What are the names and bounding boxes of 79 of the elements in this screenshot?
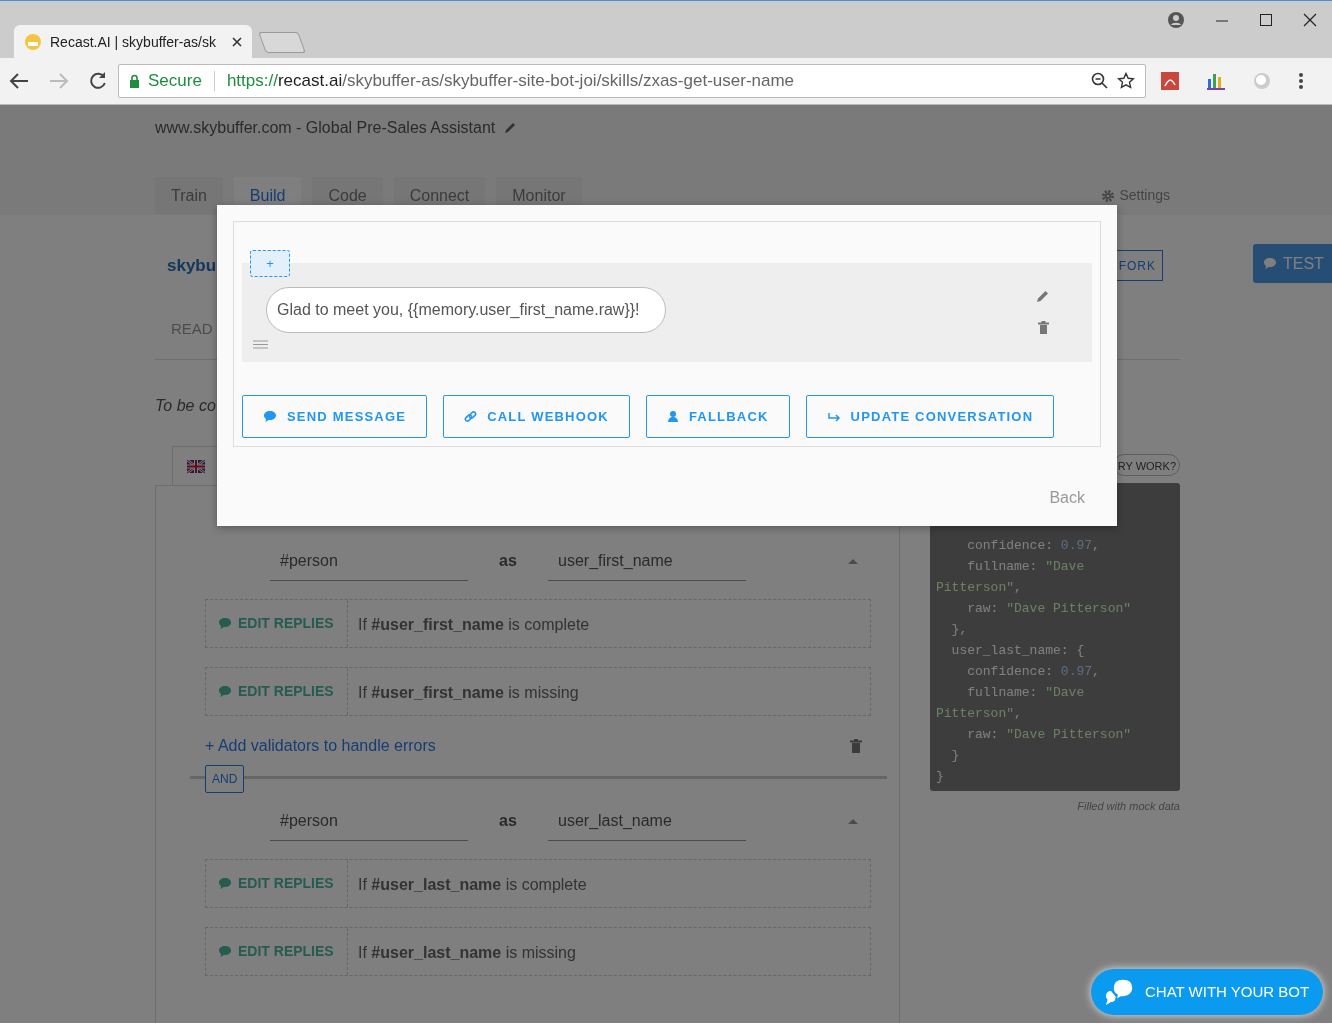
code-line: confidence: 0.97, <box>966 663 1101 681</box>
person-icon <box>666 410 679 423</box>
url-text[interactable]: https://recast.ai/skybuffer-as/skybuffer-site-bot-joi/skills/zxas-get-user-name <box>226 68 1083 94</box>
and-badge: AND <box>205 765 245 793</box>
trash-icon[interactable] <box>850 739 862 753</box>
chat-bubble-icon <box>263 410 277 423</box>
link-icon <box>464 410 478 423</box>
message-field[interactable]: Glad to meet you, {{memory.user_first_name.raw}}! <box>266 287 666 333</box>
chat-with-bot-button[interactable]: CHAT WITH YOUR BOT <box>1091 969 1323 1015</box>
language-tab[interactable] <box>172 446 219 485</box>
code-line: user_last_name: { <box>950 642 1086 660</box>
bot-subtitle: www.skybuffer.com - Global Pre-Sales Assistant <box>155 118 496 138</box>
star-icon[interactable] <box>1117 72 1135 90</box>
favicon-icon <box>24 33 42 51</box>
pencil-icon[interactable] <box>503 121 518 135</box>
bar-chart-icon[interactable] <box>1206 71 1226 91</box>
code-line: confidence: 0.97, <box>966 537 1101 555</box>
code-line: Pitterson", <box>936 705 1023 723</box>
drag-handle-icon[interactable] <box>253 340 268 349</box>
action-button[interactable]: CALL WEBHOOK <box>443 395 630 438</box>
chat-bubble-icon <box>1263 257 1277 270</box>
zoom-out-icon[interactable] <box>1091 72 1109 90</box>
chat-bubble-icon <box>218 877 232 890</box>
skill-description: To be co <box>155 397 216 414</box>
as-label: as <box>498 811 518 831</box>
edit-replies-button[interactable]: EDIT REPLIES <box>206 860 348 907</box>
add-message-button[interactable]: + <box>250 250 290 277</box>
skill-title: skybu <box>167 254 217 277</box>
add-validators-link[interactable]: + Add validators to handle errors <box>205 734 436 758</box>
action-button[interactable]: UPDATE CONVERSATION <box>805 395 1055 438</box>
back-arrow-icon[interactable] <box>8 71 30 91</box>
address-bar[interactable]: Secure https://recast.ai/skybuffer-as/skybuffer-site-bot-joi/skills/zxas-get-user-name <box>118 64 1146 98</box>
action-button[interactable]: SEND MESSAGE <box>242 395 428 438</box>
arrow-icon <box>826 410 841 423</box>
maximize-icon[interactable] <box>1259 11 1273 29</box>
reply-condition: If #user_first_name is complete <box>357 615 590 635</box>
secure-label: Secure <box>148 70 202 93</box>
code-line: }, <box>950 621 969 639</box>
reply-condition: If #user_last_name is complete <box>357 875 587 895</box>
code-line: Pitterson", <box>936 579 1023 597</box>
chat-bubble-icon <box>218 617 232 630</box>
chat-bubble-icon <box>218 685 232 698</box>
account-icon[interactable] <box>1167 11 1185 29</box>
code-line: raw: "Dave Pitterson" <box>966 726 1133 744</box>
reply-condition: If #user_last_name is missing <box>357 943 576 963</box>
close-icon[interactable] <box>1303 11 1317 29</box>
caret-up-icon[interactable] <box>848 558 858 564</box>
as-label: as <box>498 551 518 571</box>
gear-icon <box>1101 188 1116 203</box>
reload-icon[interactable] <box>88 71 108 91</box>
code-line: raw: "Dave Pitterson" <box>966 600 1133 618</box>
action-button[interactable]: FALLBACK <box>645 395 790 438</box>
pdf-extension-icon[interactable] <box>1160 71 1180 91</box>
variable-field[interactable]: user_last_name <box>548 801 746 841</box>
close-icon[interactable] <box>232 37 242 47</box>
variable-field[interactable]: user_first_name <box>548 541 746 581</box>
pencil-icon[interactable] <box>1036 289 1050 303</box>
chat-bubble-icon <box>218 945 232 958</box>
trash-icon[interactable] <box>1037 321 1049 334</box>
back-button[interactable]: Back <box>1049 489 1085 506</box>
menu-icon[interactable] <box>1298 71 1304 91</box>
entity-field[interactable]: #person <box>270 801 468 841</box>
caret-up-icon[interactable] <box>848 818 858 824</box>
code-line: fullname: "Dave <box>966 684 1086 702</box>
entity-field[interactable]: #person <box>270 541 468 581</box>
mock-data-note: Filled with mock data <box>1077 800 1180 812</box>
code-line: } <box>950 747 961 765</box>
browser-tab[interactable]: Recast.AI | skybuffer-as/sk <box>14 25 252 59</box>
code-line: fullname: "Dave <box>966 558 1086 576</box>
flag-icon <box>186 459 205 473</box>
test-button[interactable]: TEST <box>1253 244 1332 283</box>
edit-replies-button[interactable]: EDIT REPLIES <box>206 600 348 647</box>
reply-condition: If #user_first_name is missing <box>357 683 579 703</box>
page-tab[interactable]: Train <box>155 177 223 214</box>
lock-icon <box>129 74 140 88</box>
tab-title: Recast.AI | skybuffer-as/sk <box>50 32 217 52</box>
code-line: } <box>936 768 945 786</box>
edit-replies-button[interactable]: EDIT REPLIES <box>206 928 348 975</box>
edit-replies-button[interactable]: EDIT REPLIES <box>206 668 348 715</box>
